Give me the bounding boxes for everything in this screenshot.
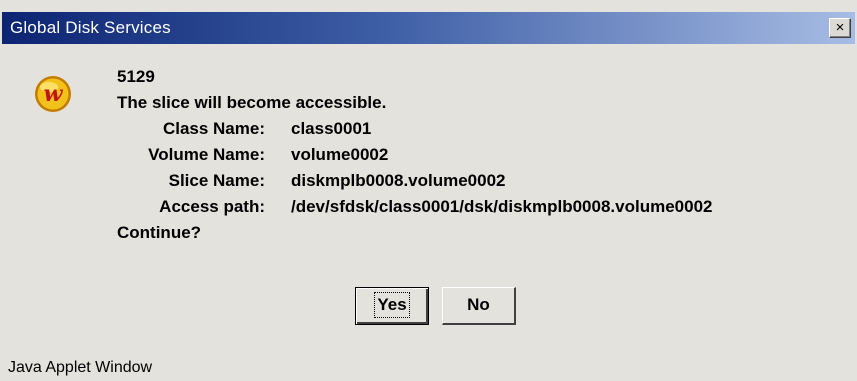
- field-row-volume-name: Volume Name: volume0002: [117, 142, 389, 168]
- field-value: class0001: [291, 119, 372, 138]
- field-label: Volume Name:: [148, 145, 265, 164]
- close-icon: ×: [835, 19, 845, 36]
- dialog-window: Global Disk Services × w 5129 The slice …: [0, 0, 857, 381]
- message-text: The slice will become accessible.: [117, 93, 387, 112]
- field-value: volume0002: [291, 145, 389, 164]
- no-button-label: No: [467, 295, 490, 314]
- field-label: Slice Name:: [168, 171, 265, 190]
- no-button[interactable]: No: [442, 287, 516, 325]
- field-label: Access path:: [159, 197, 265, 216]
- message-code: 5129: [117, 67, 155, 86]
- field-row-slice-name: Slice Name: diskmplb0008.volume0002: [117, 168, 506, 194]
- button-row: Yes No: [0, 287, 857, 327]
- field-value: /dev/sfdsk/class0001/dsk/diskmplb0008.vo…: [291, 197, 713, 216]
- field-row-class-name: Class Name: class0001: [117, 116, 386, 142]
- yes-button-label: Yes: [374, 292, 410, 318]
- field-value: diskmplb0008.volume0002: [291, 171, 506, 190]
- applet-status-bar: Java Applet Window: [0, 354, 857, 381]
- yes-button[interactable]: Yes: [355, 287, 429, 325]
- close-button[interactable]: ×: [829, 18, 851, 38]
- field-label: Class Name:: [162, 119, 265, 138]
- status-text: Java Applet Window: [8, 359, 153, 376]
- window-title: Global Disk Services: [10, 18, 171, 37]
- message-prompt: Continue?: [117, 223, 202, 242]
- app-logo-icon: w: [35, 76, 71, 112]
- field-row-access-path: Access path: /dev/sfdsk/class0001/dsk/di…: [117, 194, 712, 220]
- title-bar[interactable]: Global Disk Services ×: [2, 12, 855, 44]
- svg-text:w: w: [44, 81, 64, 107]
- message-block: 5129 The slice will become accessible. C…: [117, 64, 712, 246]
